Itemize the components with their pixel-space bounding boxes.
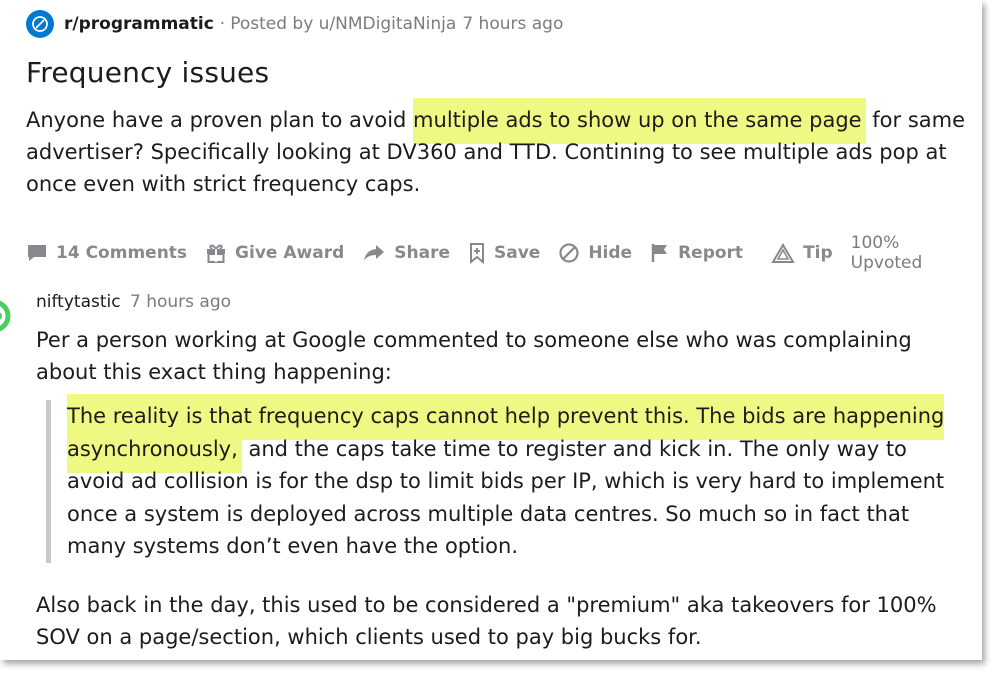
post-body-text-pre: Anyone have a proven plan to avoid <box>26 108 414 132</box>
post-body: Anyone have a proven plan to avoid multi… <box>26 98 971 200</box>
tip-triangle-icon <box>771 243 795 263</box>
share-button[interactable]: Share <box>362 243 450 263</box>
comment-followup: Also back in the day, this used to be co… <box>36 592 937 649</box>
comments-button[interactable]: 14 Comments <box>26 243 187 263</box>
comment-bubble-icon <box>28 245 46 261</box>
share-arrow-icon <box>364 245 385 261</box>
comment-blockquote: The reality is that frequency caps canno… <box>46 394 947 563</box>
give-award-label: Give Award <box>235 243 345 263</box>
give-award-button[interactable]: Give Award <box>205 242 344 264</box>
tip-label: Tip <box>803 243 833 263</box>
report-button[interactable]: Report <box>650 242 743 264</box>
comment-author[interactable]: niftytastic <box>36 292 121 312</box>
reddit-community-icon[interactable] <box>26 10 54 38</box>
subreddit-link[interactable]: r/programmatic <box>64 14 214 34</box>
post-body-highlight: multiple ads to show up on the same page <box>413 98 866 144</box>
comment-timestamp[interactable]: 7 hours ago <box>130 292 231 312</box>
post-title[interactable]: Frequency issues <box>26 56 974 90</box>
flag-icon <box>651 244 668 262</box>
post-action-bar: 14 Comments Give Award Share Save Hide R… <box>26 233 968 273</box>
meta-separator: · <box>219 14 226 34</box>
commenter-avatar[interactable] <box>0 296 16 336</box>
comment-intro: Per a person working at Google commented… <box>36 328 912 384</box>
comments-label: 14 Comments <box>56 243 188 263</box>
posted-by-link[interactable]: Posted by u/NMDigitaNinja <box>230 14 456 34</box>
report-label: Report <box>678 243 744 263</box>
share-label: Share <box>394 243 450 263</box>
post-card: r/programmatic · Posted by u/NMDigitaNin… <box>0 0 982 660</box>
save-label: Save <box>493 243 541 263</box>
post: r/programmatic · Posted by u/NMDigitaNin… <box>26 10 974 200</box>
bookmark-icon <box>469 243 484 264</box>
comment-meta: niftytastic 7 hours ago <box>36 292 956 316</box>
post-meta: r/programmatic · Posted by u/NMDigitaNin… <box>26 10 974 38</box>
hide-label: Hide <box>588 243 633 263</box>
gift-icon <box>207 244 226 263</box>
upvote-ratio: 100% Upvoted <box>850 233 923 273</box>
tip-button[interactable]: Tip <box>771 242 833 264</box>
post-timestamp[interactable]: 7 hours ago <box>462 14 563 34</box>
hide-button[interactable]: Hide <box>558 242 632 264</box>
comment: niftytastic 7 hours ago Per a person wor… <box>36 292 956 653</box>
hide-icon <box>559 243 579 263</box>
save-button[interactable]: Save <box>468 242 540 264</box>
